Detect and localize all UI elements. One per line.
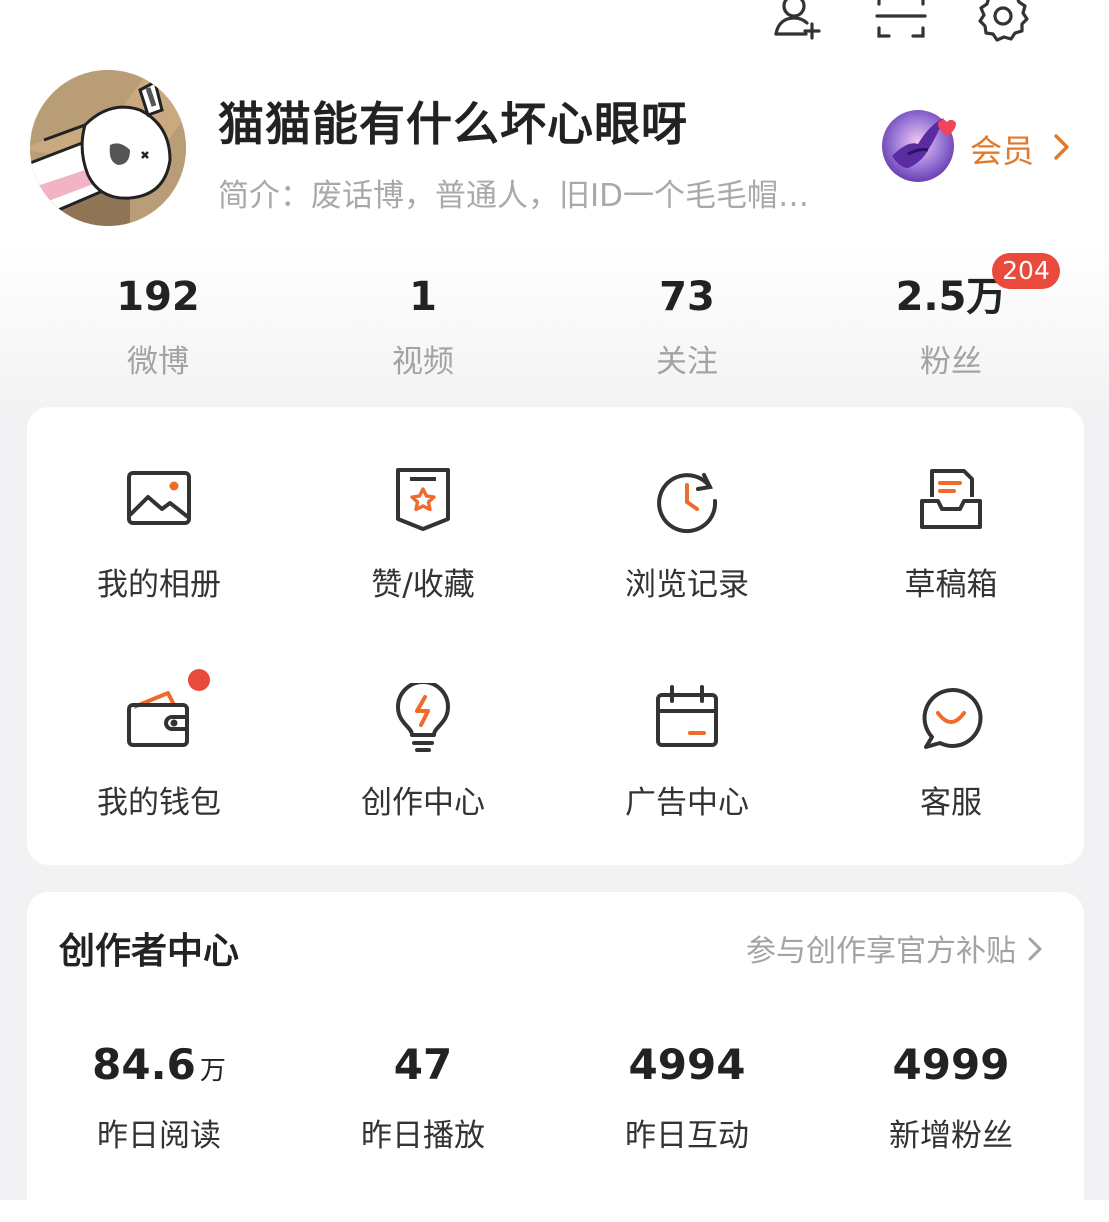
metric-value: 4999: [892, 1040, 1010, 1089]
cat-avatar-image: [30, 70, 186, 226]
metric-label: 新增粉丝: [889, 1118, 1013, 1154]
vip-entry[interactable]: 会员: [878, 104, 1078, 184]
grid-item-history[interactable]: 浏览记录: [555, 465, 819, 604]
metric-yesterday-interactions[interactable]: 4994 昨日互动: [555, 1040, 819, 1155]
creator-subsidy-link-text: 参与创作享官方补贴: [746, 934, 1016, 969]
bio[interactable]: 简介：废话博，普通人，旧ID一个毛毛帽…: [218, 170, 858, 215]
metric-label: 昨日播放: [361, 1118, 485, 1154]
stat-label: 微博: [127, 344, 189, 380]
lightbulb-icon: [388, 680, 458, 753]
metric-yesterday-plays[interactable]: 47 昨日播放: [291, 1040, 555, 1155]
grid-item-ad-center[interactable]: 广告中心: [555, 683, 819, 822]
stat-weibo[interactable]: 192 微博: [58, 272, 258, 381]
favorites-icon: [388, 465, 458, 535]
grid-item-label: 客服: [920, 785, 982, 821]
stat-label: 视频: [392, 344, 454, 380]
metric-label: 昨日阅读: [97, 1118, 221, 1154]
metric-value: 4994: [628, 1040, 746, 1089]
history-icon: [652, 465, 722, 535]
grid-item-label: 赞/收藏: [371, 567, 475, 603]
avatar[interactable]: [30, 70, 186, 226]
stat-label: 粉丝: [920, 344, 982, 380]
settings-icon[interactable]: [975, 0, 1031, 44]
stat-following[interactable]: 73 关注: [587, 272, 787, 381]
scan-icon[interactable]: [873, 0, 929, 44]
wallet-notification-dot: [188, 669, 210, 691]
grid-item-favorites[interactable]: 赞/收藏: [291, 465, 555, 604]
album-icon: [124, 465, 194, 535]
metric-unit: 万: [199, 1056, 226, 1086]
grid-item-label: 广告中心: [625, 785, 749, 821]
creator-center-title: 创作者中心: [59, 931, 240, 972]
top-toolbar: [770, 0, 1040, 48]
calendar-icon: [652, 683, 722, 753]
grid-item-drafts[interactable]: 草稿箱: [819, 465, 1083, 604]
chevron-right-icon: [1048, 132, 1074, 166]
add-friend-icon[interactable]: [770, 0, 826, 44]
metric-label: 昨日互动: [625, 1118, 749, 1154]
chat-icon: [916, 683, 986, 753]
metric-new-followers[interactable]: 4999 新增粉丝: [819, 1040, 1083, 1155]
function-grid-card: 我的相册 赞/收藏 浏览记录 草稿箱 我的钱包 创作中心 广告中心 客服: [27, 407, 1084, 865]
metric-value: 47: [393, 1040, 453, 1089]
vip-badge-icon: [878, 104, 958, 184]
vip-label: 会员: [970, 132, 1035, 170]
grid-item-label: 我的钱包: [97, 785, 221, 821]
stat-value: 73: [659, 274, 715, 320]
grid-item-label: 浏览记录: [625, 567, 749, 603]
creator-subsidy-link[interactable]: 参与创作享官方补贴: [746, 926, 1044, 972]
grid-item-creation-center[interactable]: 创作中心: [291, 680, 555, 822]
stat-video[interactable]: 1 视频: [323, 272, 523, 381]
wallet-icon: [124, 683, 194, 753]
metric-yesterday-reads[interactable]: 84.6 万 昨日阅读: [27, 1040, 291, 1155]
grid-item-label: 创作中心: [361, 785, 485, 821]
grid-item-wallet[interactable]: 我的钱包: [27, 683, 291, 822]
stat-value: 1: [409, 274, 437, 320]
drafts-icon: [916, 465, 986, 535]
chevron-right-icon: [1026, 934, 1044, 972]
nickname[interactable]: 猫猫能有什么坏心眼呀: [218, 88, 688, 154]
creator-center-card: 创作者中心 参与创作享官方补贴 84.6 万 昨日阅读 47 昨日播放 4994 …: [27, 892, 1084, 1222]
stat-value: 192: [116, 274, 200, 320]
stat-label: 关注: [656, 344, 718, 380]
metric-value: 84.6: [92, 1040, 196, 1089]
grid-item-album[interactable]: 我的相册: [27, 465, 291, 604]
followers-notification-badge: 204: [992, 253, 1060, 289]
grid-item-customer-service[interactable]: 客服: [819, 683, 1083, 822]
grid-item-label: 我的相册: [97, 567, 221, 603]
grid-item-label: 草稿箱: [904, 567, 998, 603]
